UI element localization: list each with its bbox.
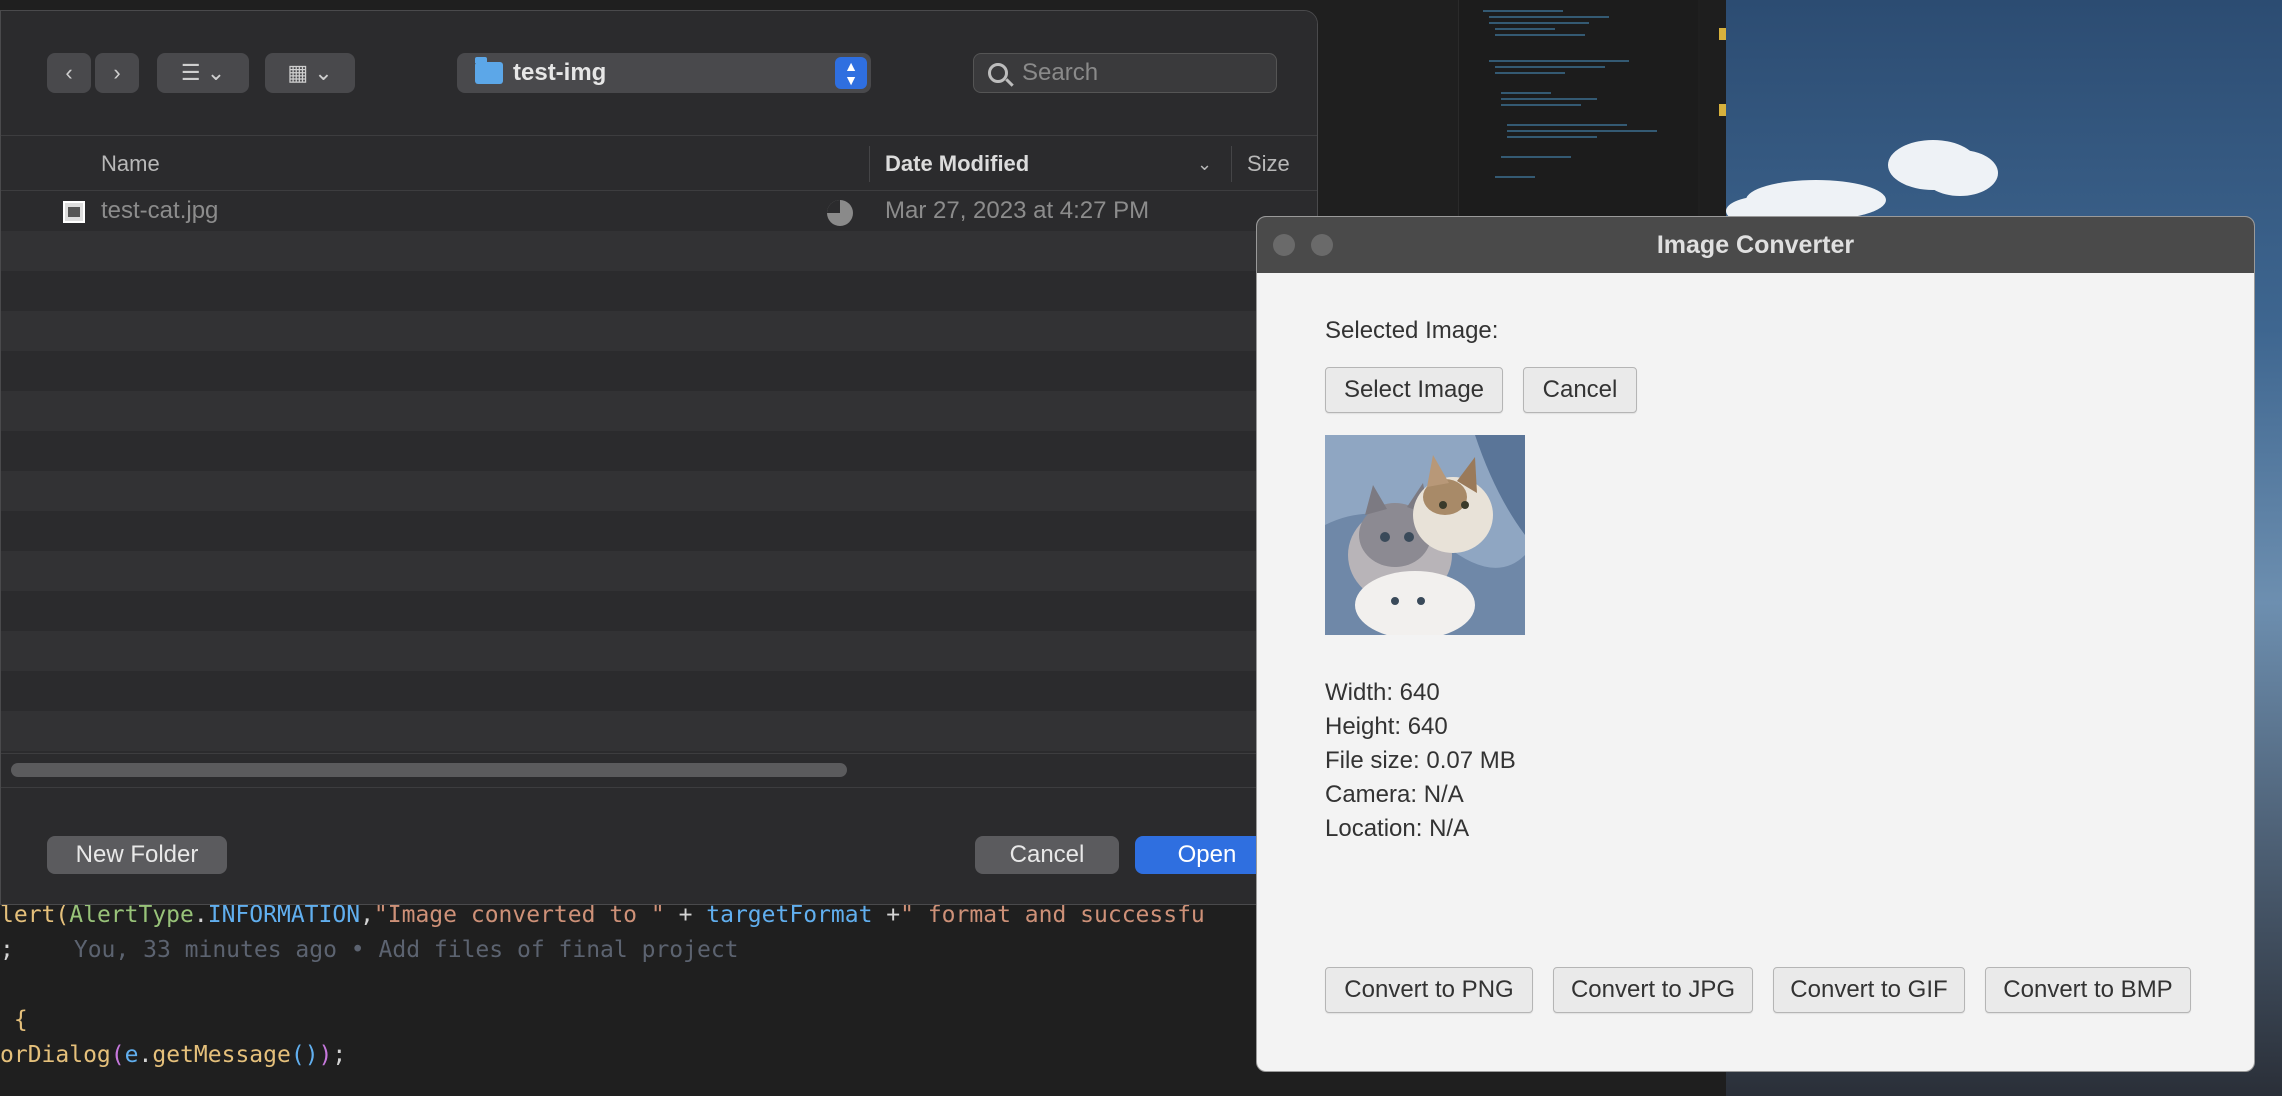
cancel-selection-button[interactable]: Cancel [1523, 367, 1637, 413]
new-folder-button[interactable]: New Folder [47, 836, 227, 874]
updown-chevron-icon: ▲ ▼ [835, 57, 867, 89]
window-titlebar[interactable]: Image Converter [1257, 217, 2254, 273]
image-height: Height: 640 [1325, 713, 1448, 740]
column-date-modified[interactable]: Date Modified [885, 136, 1029, 192]
file-date: Mar 27, 2023 at 4:27 PM [885, 197, 1150, 224]
code-line[interactable]: ; You, 33 minutes ago • Add files of fina… [0, 933, 1205, 968]
file-dialog-toolbar: ‹ › ☰ ⌄ ▦ ⌄ test-img ▲ ▼ [1, 11, 1317, 135]
list-icon: ☰ [180, 60, 201, 85]
code-token: { [0, 1007, 28, 1033]
code-token: ; [0, 937, 14, 963]
editor-minimap[interactable] [1458, 0, 1727, 230]
code-token: orDialog [0, 1042, 111, 1068]
code-token: "Image converted to " [373, 902, 665, 928]
image-file-size: File size: 0.07 MB [1325, 747, 1516, 774]
code-token: e [124, 1042, 139, 1068]
chevron-down-icon: ⌄ [206, 60, 226, 85]
code-token: " format and successfu [900, 902, 1205, 928]
code-line[interactable]: orDialog(e.getMessage()); [0, 1038, 1205, 1073]
code-token: + [664, 902, 707, 928]
code-line[interactable] [0, 968, 1205, 1003]
code-token: AlertType [69, 902, 194, 928]
convert-png-button[interactable]: Convert to PNG [1325, 967, 1533, 1013]
file-row[interactable]: test-cat.jpg Mar 27, 2023 at 4:27 PM [1, 191, 1317, 231]
grid-icon: ▦ [287, 60, 309, 85]
code-token: ( [110, 1042, 125, 1068]
code-area: lert(AlertType.INFORMATION,"Image conver… [0, 898, 1205, 1073]
image-camera: Camera: N/A [1325, 781, 1464, 808]
column-name[interactable]: Name [101, 136, 160, 192]
search-field[interactable] [973, 53, 1277, 93]
window-title: Image Converter [1656, 231, 1855, 259]
image-width: Width: 640 [1325, 679, 1440, 706]
file-list[interactable]: test-cat.jpg Mar 27, 2023 at 4:27 PM [1, 191, 1317, 791]
convert-bmp-button[interactable]: Convert to BMP [1985, 967, 2191, 1013]
code-token: + [872, 902, 901, 928]
image-converter-window: Image Converter Selected Image: Select I… [1256, 216, 2255, 1072]
selected-image-label: Selected Image: [1325, 317, 1499, 344]
column-size[interactable]: Size [1247, 136, 1290, 192]
horizontal-scrollbar[interactable] [11, 763, 847, 777]
chevron-right-icon: › [113, 60, 121, 85]
code-token: ) [318, 1042, 333, 1068]
file-dialog-footer: New Folder Cancel Open [1, 787, 1317, 904]
image-preview [1325, 435, 1525, 635]
code-token: () [290, 1042, 319, 1068]
image-location: Location: N/A [1325, 815, 1470, 842]
select-image-button[interactable]: Select Image [1325, 367, 1503, 413]
sort-descending-icon[interactable]: ⌄ [1197, 136, 1212, 192]
search-input[interactable] [1022, 59, 1262, 87]
forward-button[interactable]: › [95, 53, 139, 93]
file-open-dialog: ‹ › ☰ ⌄ ▦ ⌄ test-img ▲▼ Name Date Modifi… [0, 10, 1318, 905]
group-view-button[interactable]: ▦ ⌄ [265, 53, 355, 93]
chevron-down-icon: ⌄ [314, 60, 333, 85]
current-folder-label: test-img [513, 59, 607, 86]
chevron-left-icon: ‹ [65, 60, 73, 85]
code-token: . [193, 902, 208, 928]
code-token: , [360, 902, 374, 928]
code-token: lert( [0, 902, 70, 928]
file-list-header: Name Date Modified ⌄ Size [1, 135, 1317, 191]
image-file-icon [63, 201, 85, 223]
git-blame-annotation: You, 33 minutes ago • Add files of final… [73, 937, 739, 963]
code-line[interactable]: { [0, 1003, 1205, 1038]
folder-path-popup[interactable]: test-img ▲ ▼ [457, 53, 871, 93]
folder-icon [475, 57, 503, 84]
kittens-image [1325, 435, 1525, 635]
pie-status-icon [827, 200, 853, 226]
list-view-button[interactable]: ☰ ⌄ [157, 53, 249, 93]
convert-jpg-button[interactable]: Convert to JPG [1553, 967, 1753, 1013]
cancel-button[interactable]: Cancel [975, 836, 1119, 874]
code-token: INFORMATION [207, 902, 361, 928]
search-icon [988, 63, 1008, 83]
back-button[interactable]: ‹ [47, 53, 91, 93]
file-name: test-cat.jpg [101, 197, 219, 224]
code-token: . [138, 1042, 153, 1068]
code-token: ; [332, 1042, 347, 1068]
code-token: getMessage [152, 1042, 291, 1068]
convert-gif-button[interactable]: Convert to GIF [1773, 967, 1965, 1013]
code-token: targetFormat [706, 902, 873, 928]
